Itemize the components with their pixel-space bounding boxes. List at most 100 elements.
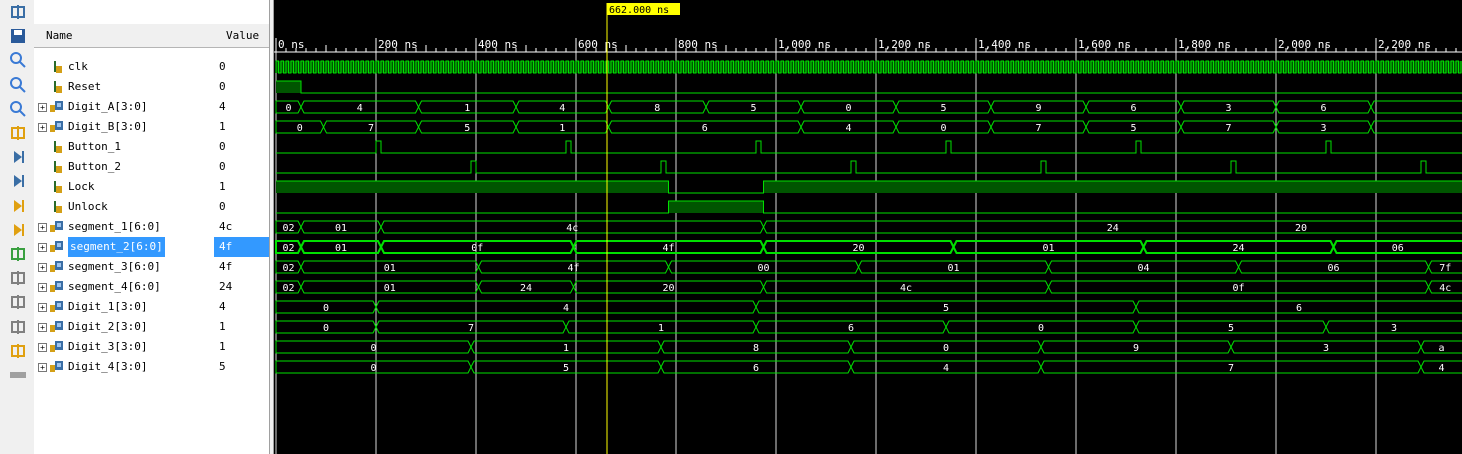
bus-value-label: 0 (943, 343, 949, 354)
signal-row-button-1[interactable]: Button_1 (34, 137, 214, 157)
signal-row-digit-b[interactable]: + Digit_B[3:0] (34, 117, 214, 137)
signal-row-unlock[interactable]: Unlock (34, 197, 214, 217)
signal-row-digit-a[interactable]: + Digit_A[3:0] (34, 97, 214, 117)
axis-tick-label: 1,000 ns (778, 38, 831, 51)
signal-value: 0 (219, 140, 226, 153)
next-marker-icon[interactable] (9, 293, 27, 311)
bus-value-label: 5 (1228, 323, 1234, 334)
bus-value-label: 7 (368, 123, 374, 134)
bus-value-label: 4 (357, 103, 363, 114)
go-to-end-icon[interactable] (9, 172, 27, 190)
signal-value: 1 (219, 180, 226, 193)
axis-tick-label: 1,400 ns (978, 38, 1031, 51)
clock-waveform (275, 60, 1462, 74)
zoom-in-icon[interactable] (9, 51, 27, 69)
signal-row-segment-4[interactable]: + segment_4[6:0] (34, 277, 214, 297)
go-to-start-icon[interactable] (9, 148, 27, 166)
cursor-icon[interactable] (9, 124, 27, 142)
bus-value-label: 00 (757, 263, 769, 274)
signal-value: 1 (219, 120, 226, 133)
signal-row-digit-2[interactable]: + Digit_2[3:0] (34, 317, 214, 337)
bus-segment (1370, 120, 1462, 134)
axis-tick-label: 200 ns (378, 38, 418, 51)
add-marker-icon[interactable] (9, 245, 27, 263)
expand-icon[interactable] (9, 3, 27, 21)
next-transition-icon[interactable] (9, 221, 27, 239)
zoom-out-icon[interactable] (9, 76, 27, 94)
expand-toggle-icon[interactable]: + (38, 263, 47, 272)
signal-row-segment-3[interactable]: + segment_3[6:0] (34, 257, 214, 277)
bus-value-label: 4c (900, 283, 912, 294)
signal-row-button-2[interactable]: Button_2 (34, 157, 214, 177)
signal-name: Digit_A[3:0] (68, 100, 148, 113)
signal-name: Digit_4[3:0] (68, 360, 148, 373)
bus-value-label: 4c (1439, 283, 1451, 294)
waveform-canvas[interactable]: 0 ns 200 ns 400 ns 600 ns 800 ns 1,000 ns 1,20… (274, 0, 1462, 454)
signal-name: Reset (68, 80, 102, 93)
bus-value-label: 9 (1133, 343, 1139, 354)
waveform-area[interactable]: 0 ns 200 ns 400 ns 600 ns 800 ns 1,000 ns 1,20… (274, 0, 1462, 454)
bus-value-label: 6 (1296, 303, 1302, 314)
expand-toggle-icon[interactable]: + (38, 323, 47, 332)
bus-value-label: 3 (1320, 123, 1326, 134)
bus-value-label: 0 (940, 123, 946, 134)
signal-row-segment-1[interactable]: + segment_1[6:0] (34, 217, 214, 237)
bus-value-label: 9 (1035, 103, 1041, 114)
signal-value: 4f (214, 237, 269, 257)
expand-toggle-icon[interactable]: + (38, 123, 47, 132)
bus-value-label: 0 (285, 103, 291, 114)
bus-value-label: 6 (848, 323, 854, 334)
expand-toggle-icon[interactable]: + (38, 103, 47, 112)
signal-value: 0 (219, 80, 226, 93)
snap-icon[interactable] (9, 342, 27, 360)
grid-icon[interactable] (9, 366, 27, 384)
signal-row-reset[interactable]: Reset (34, 77, 214, 97)
axis-tick-label: 600 ns (578, 38, 618, 51)
bus-value-label: 7f (1439, 263, 1451, 274)
signal-row-clk[interactable]: clk (34, 57, 214, 77)
previous-transition-icon[interactable] (9, 197, 27, 215)
bus-value-label: 01 (384, 263, 396, 274)
bus-value-label: 1 (563, 343, 569, 354)
signal-row-digit-1[interactable]: + Digit_1[3:0] (34, 297, 214, 317)
bus-value-label: 4c (566, 223, 578, 234)
signal-row-digit-3[interactable]: + Digit_3[3:0] (34, 337, 214, 357)
save-icon[interactable] (9, 27, 27, 45)
bus-value-label: 4 (559, 103, 565, 114)
axis-tick-label: 2,200 ns (1378, 38, 1431, 51)
name-header-label: Name (46, 29, 73, 42)
axis-tick-label: 400 ns (478, 38, 518, 51)
signal-name: Digit_3[3:0] (68, 340, 148, 353)
expand-toggle-icon[interactable]: + (38, 243, 47, 252)
bit-waveform (276, 80, 1462, 94)
bus-value-label: 4 (1438, 363, 1444, 374)
expand-toggle-icon[interactable]: + (38, 223, 47, 232)
bus-value-label: 0 (845, 103, 851, 114)
name-column-header[interactable]: Name (34, 24, 214, 48)
signal-row-digit-4[interactable]: + Digit_4[3:0] (34, 357, 214, 377)
expand-toggle-icon[interactable]: + (38, 303, 47, 312)
previous-marker-icon[interactable] (9, 269, 27, 287)
expand-toggle-icon[interactable]: + (38, 283, 47, 292)
bus-value-label: 20 (852, 243, 864, 254)
zoom-fit-icon[interactable] (9, 100, 27, 118)
bus-value-label: 20 (1295, 223, 1307, 234)
bus-value-label: 3 (1323, 343, 1329, 354)
bus-value-label: 01 (947, 263, 959, 274)
signal-row-segment-2[interactable]: + segment_2[6:0] (34, 237, 214, 257)
expand-toggle-icon[interactable]: + (38, 363, 47, 372)
bus-value-label: 24 (520, 283, 532, 294)
bus-value-label: 04 (1137, 263, 1149, 274)
swap-icon[interactable] (9, 318, 27, 336)
bus-value-label: 3 (1225, 103, 1231, 114)
signal-value: 1 (219, 340, 226, 353)
signal-row-lock[interactable]: Lock (34, 177, 214, 197)
signal-value: 4 (219, 300, 226, 313)
bus-value-label: a (1438, 343, 1444, 354)
bus-value-label: 7 (1035, 123, 1041, 134)
bus-value-label: 6 (1130, 103, 1136, 114)
expand-toggle-icon[interactable]: + (38, 343, 47, 352)
bus-value-label: 5 (563, 363, 569, 374)
value-column-header[interactable]: Value (214, 24, 269, 48)
bit-waveform (276, 200, 1462, 214)
